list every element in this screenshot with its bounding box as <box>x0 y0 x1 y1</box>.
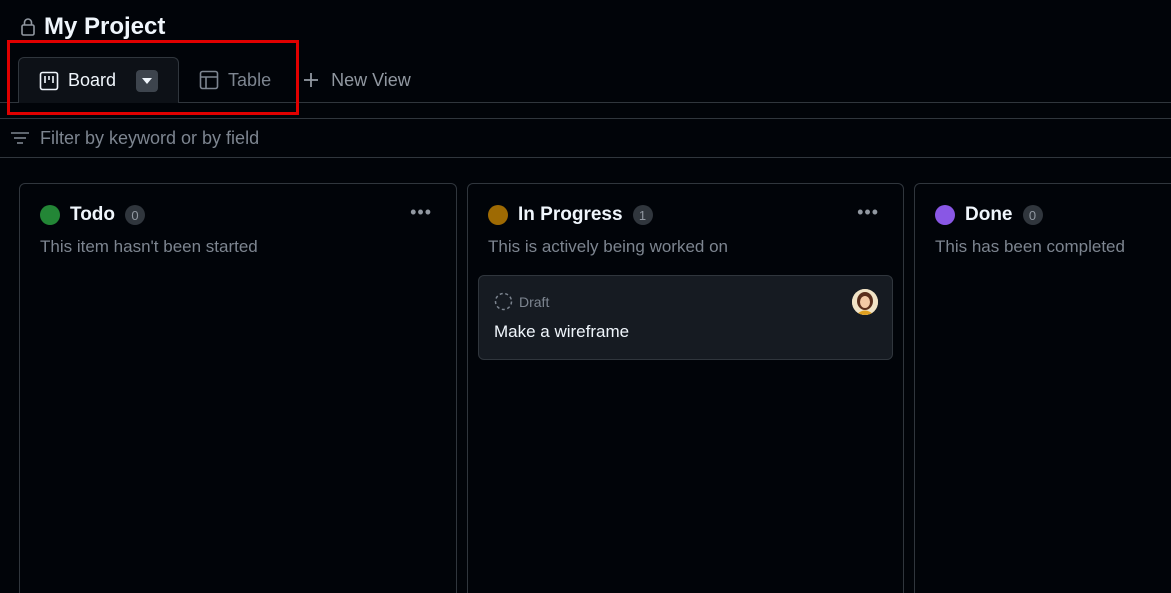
status-dot-icon <box>488 205 508 225</box>
column-title: Done <box>965 204 1013 225</box>
filter-input[interactable]: Filter by keyword or by field <box>40 128 259 149</box>
project-header: My Project <box>20 12 165 42</box>
column-count: 0 <box>125 205 146 225</box>
draft-status: Draft <box>494 292 549 311</box>
new-view-label: New View <box>331 69 411 90</box>
column-todo: Todo 0 ••• This item hasn't been started <box>19 183 457 593</box>
filter-bar[interactable]: Filter by keyword or by field <box>0 118 1171 158</box>
column-count: 1 <box>632 205 653 225</box>
tab-board-label: Board <box>68 70 117 90</box>
tab-board-dropdown[interactable] <box>136 69 159 92</box>
view-tabs: Board Table New View <box>18 57 411 103</box>
plus-icon <box>304 73 319 87</box>
tab-table-label: Table <box>228 69 272 90</box>
project-title: My Project <box>44 13 166 40</box>
column-title: In Progress <box>518 204 623 225</box>
column-description: This has been completed <box>935 237 1125 256</box>
column-done: Done 0 This has been completed <box>914 183 1171 593</box>
draft-label: Draft <box>519 293 550 310</box>
column-menu-icon[interactable]: ••• <box>857 202 879 223</box>
tab-board[interactable]: Board <box>18 57 180 103</box>
column-description: This is actively being worked on <box>488 237 729 256</box>
caret-down-icon <box>142 77 153 84</box>
column-in-progress: In Progress 1 ••• This is actively being… <box>467 183 904 593</box>
status-dot-icon <box>935 205 955 225</box>
board-icon <box>39 71 59 90</box>
column-menu-icon[interactable]: ••• <box>410 202 432 223</box>
tab-table[interactable]: Table <box>179 57 291 103</box>
table-icon <box>199 70 219 90</box>
column-title: Todo <box>70 204 116 225</box>
avatar[interactable] <box>852 289 878 315</box>
new-view-button[interactable]: New View <box>291 57 411 103</box>
card-title[interactable]: Make a wireframe <box>494 322 629 342</box>
status-dot-icon <box>40 205 60 225</box>
filter-icon <box>11 132 29 144</box>
avatar-image <box>852 289 878 315</box>
column-description: This item hasn't been started <box>40 237 258 256</box>
lock-icon <box>21 18 35 36</box>
draft-circle-icon <box>494 292 513 311</box>
draft-card[interactable]: Draft Make a wireframe <box>478 275 893 360</box>
column-count: 0 <box>1022 205 1043 225</box>
